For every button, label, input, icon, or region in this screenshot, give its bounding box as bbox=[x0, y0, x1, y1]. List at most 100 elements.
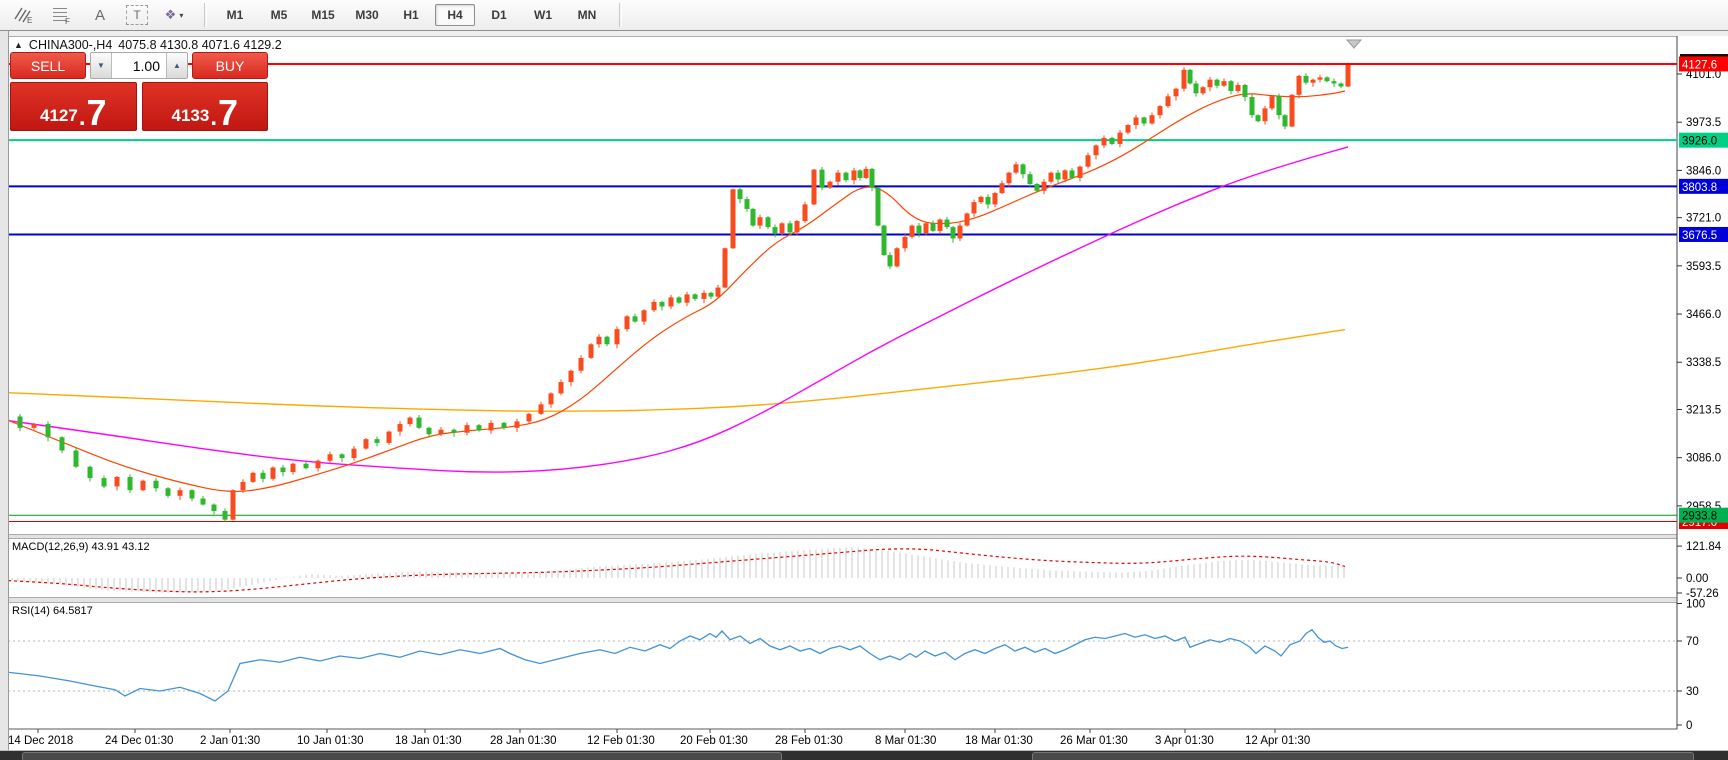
timeframe-group: M1M5M15M30H1H4D1W1MN bbox=[213, 4, 609, 26]
candle bbox=[1007, 173, 1012, 184]
candle bbox=[888, 255, 893, 266]
candle bbox=[788, 223, 793, 232]
volume-increase-button[interactable]: ▲ bbox=[166, 53, 187, 78]
candle bbox=[539, 404, 544, 413]
candle bbox=[1042, 182, 1047, 191]
price-tick-label: 3721.0 bbox=[1686, 213, 1721, 225]
candle bbox=[452, 430, 457, 433]
candle bbox=[766, 217, 771, 227]
rsi-pane[interactable] bbox=[8, 602, 1677, 729]
time-tick-label: 26 Mar 01:30 bbox=[1060, 735, 1128, 747]
candle bbox=[489, 423, 494, 431]
candle bbox=[1150, 115, 1155, 123]
timeframe-button-mn[interactable]: MN bbox=[567, 4, 607, 26]
text-label-icon[interactable]: A bbox=[88, 4, 112, 26]
sell-price-box[interactable]: 4127 . 7 bbox=[10, 82, 137, 131]
candle bbox=[408, 418, 413, 424]
candle bbox=[241, 482, 246, 490]
candle bbox=[398, 424, 403, 432]
candle bbox=[642, 310, 647, 321]
objects-icon[interactable]: ❖ ▾ bbox=[162, 4, 186, 26]
pane-divider[interactable] bbox=[8, 598, 1677, 602]
candle bbox=[261, 473, 266, 479]
sell-button[interactable]: SELL bbox=[10, 52, 86, 79]
candle bbox=[1215, 80, 1220, 86]
volume-stepper: ▼ 1.00 ▲ bbox=[90, 52, 188, 79]
one-click-trade-panel: SELL ▼ 1.00 ▲ BUY 4127 . 7 4133 . 7 bbox=[10, 52, 268, 131]
candle bbox=[32, 424, 37, 428]
candle bbox=[844, 173, 849, 181]
candle bbox=[1063, 170, 1068, 179]
candle bbox=[74, 450, 79, 466]
time-tick-label: 20 Feb 01:30 bbox=[680, 735, 748, 747]
candle bbox=[1118, 133, 1123, 144]
macd-pane[interactable] bbox=[8, 538, 1677, 598]
candle bbox=[569, 371, 574, 382]
candle bbox=[709, 293, 714, 297]
candle bbox=[652, 302, 657, 310]
candle bbox=[271, 467, 276, 478]
candle bbox=[773, 227, 778, 233]
timeframe-button-w1[interactable]: W1 bbox=[523, 4, 563, 26]
candle bbox=[439, 430, 444, 435]
candle bbox=[1243, 85, 1248, 97]
rsi-tick-label: 30 bbox=[1686, 686, 1699, 698]
expert-advisors-icon[interactable]: E bbox=[12, 4, 36, 26]
pane-divider[interactable] bbox=[8, 535, 1677, 538]
candle bbox=[1014, 164, 1019, 172]
candle bbox=[951, 227, 956, 238]
price-tick-label: 3466.0 bbox=[1686, 309, 1721, 321]
toolbar: E F A T ❖ ▾ M1M5M15M30H1H4D1W1MN bbox=[0, 0, 1728, 31]
buy-price-box[interactable]: 4133 . 7 bbox=[142, 82, 269, 131]
timeframe-button-m5[interactable]: M5 bbox=[259, 4, 299, 26]
candle bbox=[633, 316, 638, 321]
time-tick-label: 12 Apr 01:30 bbox=[1245, 735, 1310, 747]
candle bbox=[1094, 145, 1099, 155]
candle bbox=[812, 170, 817, 205]
candle bbox=[1056, 173, 1061, 180]
candle bbox=[803, 204, 808, 221]
volume-decrease-button[interactable]: ▼ bbox=[91, 53, 112, 78]
candle bbox=[1339, 83, 1344, 86]
candle bbox=[1270, 96, 1275, 108]
candle bbox=[1201, 87, 1206, 93]
candle bbox=[1102, 138, 1107, 146]
candle bbox=[18, 416, 23, 427]
time-tick-label: 18 Mar 01:30 bbox=[965, 735, 1033, 747]
timeframe-button-h4[interactable]: H4 bbox=[435, 4, 475, 26]
ohlc-values: 4075.8 4130.8 4071.6 4129.2 bbox=[118, 38, 281, 52]
grid-icon[interactable]: F bbox=[50, 4, 74, 26]
chevron-down-icon[interactable]: ▾ bbox=[179, 11, 183, 20]
candle bbox=[1318, 77, 1323, 79]
rsi-tick-label: 70 bbox=[1686, 636, 1699, 648]
price-tick-label: 3973.5 bbox=[1686, 117, 1721, 129]
candle bbox=[870, 169, 875, 188]
buy-button[interactable]: BUY bbox=[192, 52, 268, 79]
candle bbox=[1078, 167, 1083, 178]
candle bbox=[190, 490, 195, 498]
time-tick-label: 2 Jan 01:30 bbox=[200, 735, 260, 747]
candle bbox=[141, 481, 146, 490]
text-box-icon[interactable]: T bbox=[126, 5, 148, 25]
timeframe-button-m30[interactable]: M30 bbox=[347, 4, 387, 26]
candle bbox=[328, 454, 333, 460]
candle bbox=[1000, 183, 1005, 193]
macd-tick-label: 0.00 bbox=[1686, 573, 1708, 585]
timeframe-button-d1[interactable]: D1 bbox=[479, 4, 519, 26]
price-badge-label: 4127.6 bbox=[1682, 59, 1717, 71]
timeframe-button-m15[interactable]: M15 bbox=[303, 4, 343, 26]
time-tick-label: 8 Mar 01:30 bbox=[875, 735, 936, 747]
timeframe-button-h1[interactable]: H1 bbox=[391, 4, 431, 26]
candle bbox=[340, 454, 345, 458]
collapse-panel-icon[interactable]: ▲ bbox=[14, 40, 23, 50]
candle bbox=[716, 288, 721, 297]
candle bbox=[993, 193, 998, 204]
candle bbox=[201, 498, 206, 504]
candle bbox=[615, 329, 620, 344]
symbol-period-label: CHINA300-,H4 bbox=[29, 38, 112, 52]
candle bbox=[758, 217, 763, 225]
ask-integer: 4133 bbox=[171, 107, 209, 124]
timeframe-button-m1[interactable]: M1 bbox=[215, 4, 255, 26]
volume-input[interactable]: 1.00 bbox=[112, 53, 166, 78]
chart-window-left-edge bbox=[0, 31, 9, 759]
